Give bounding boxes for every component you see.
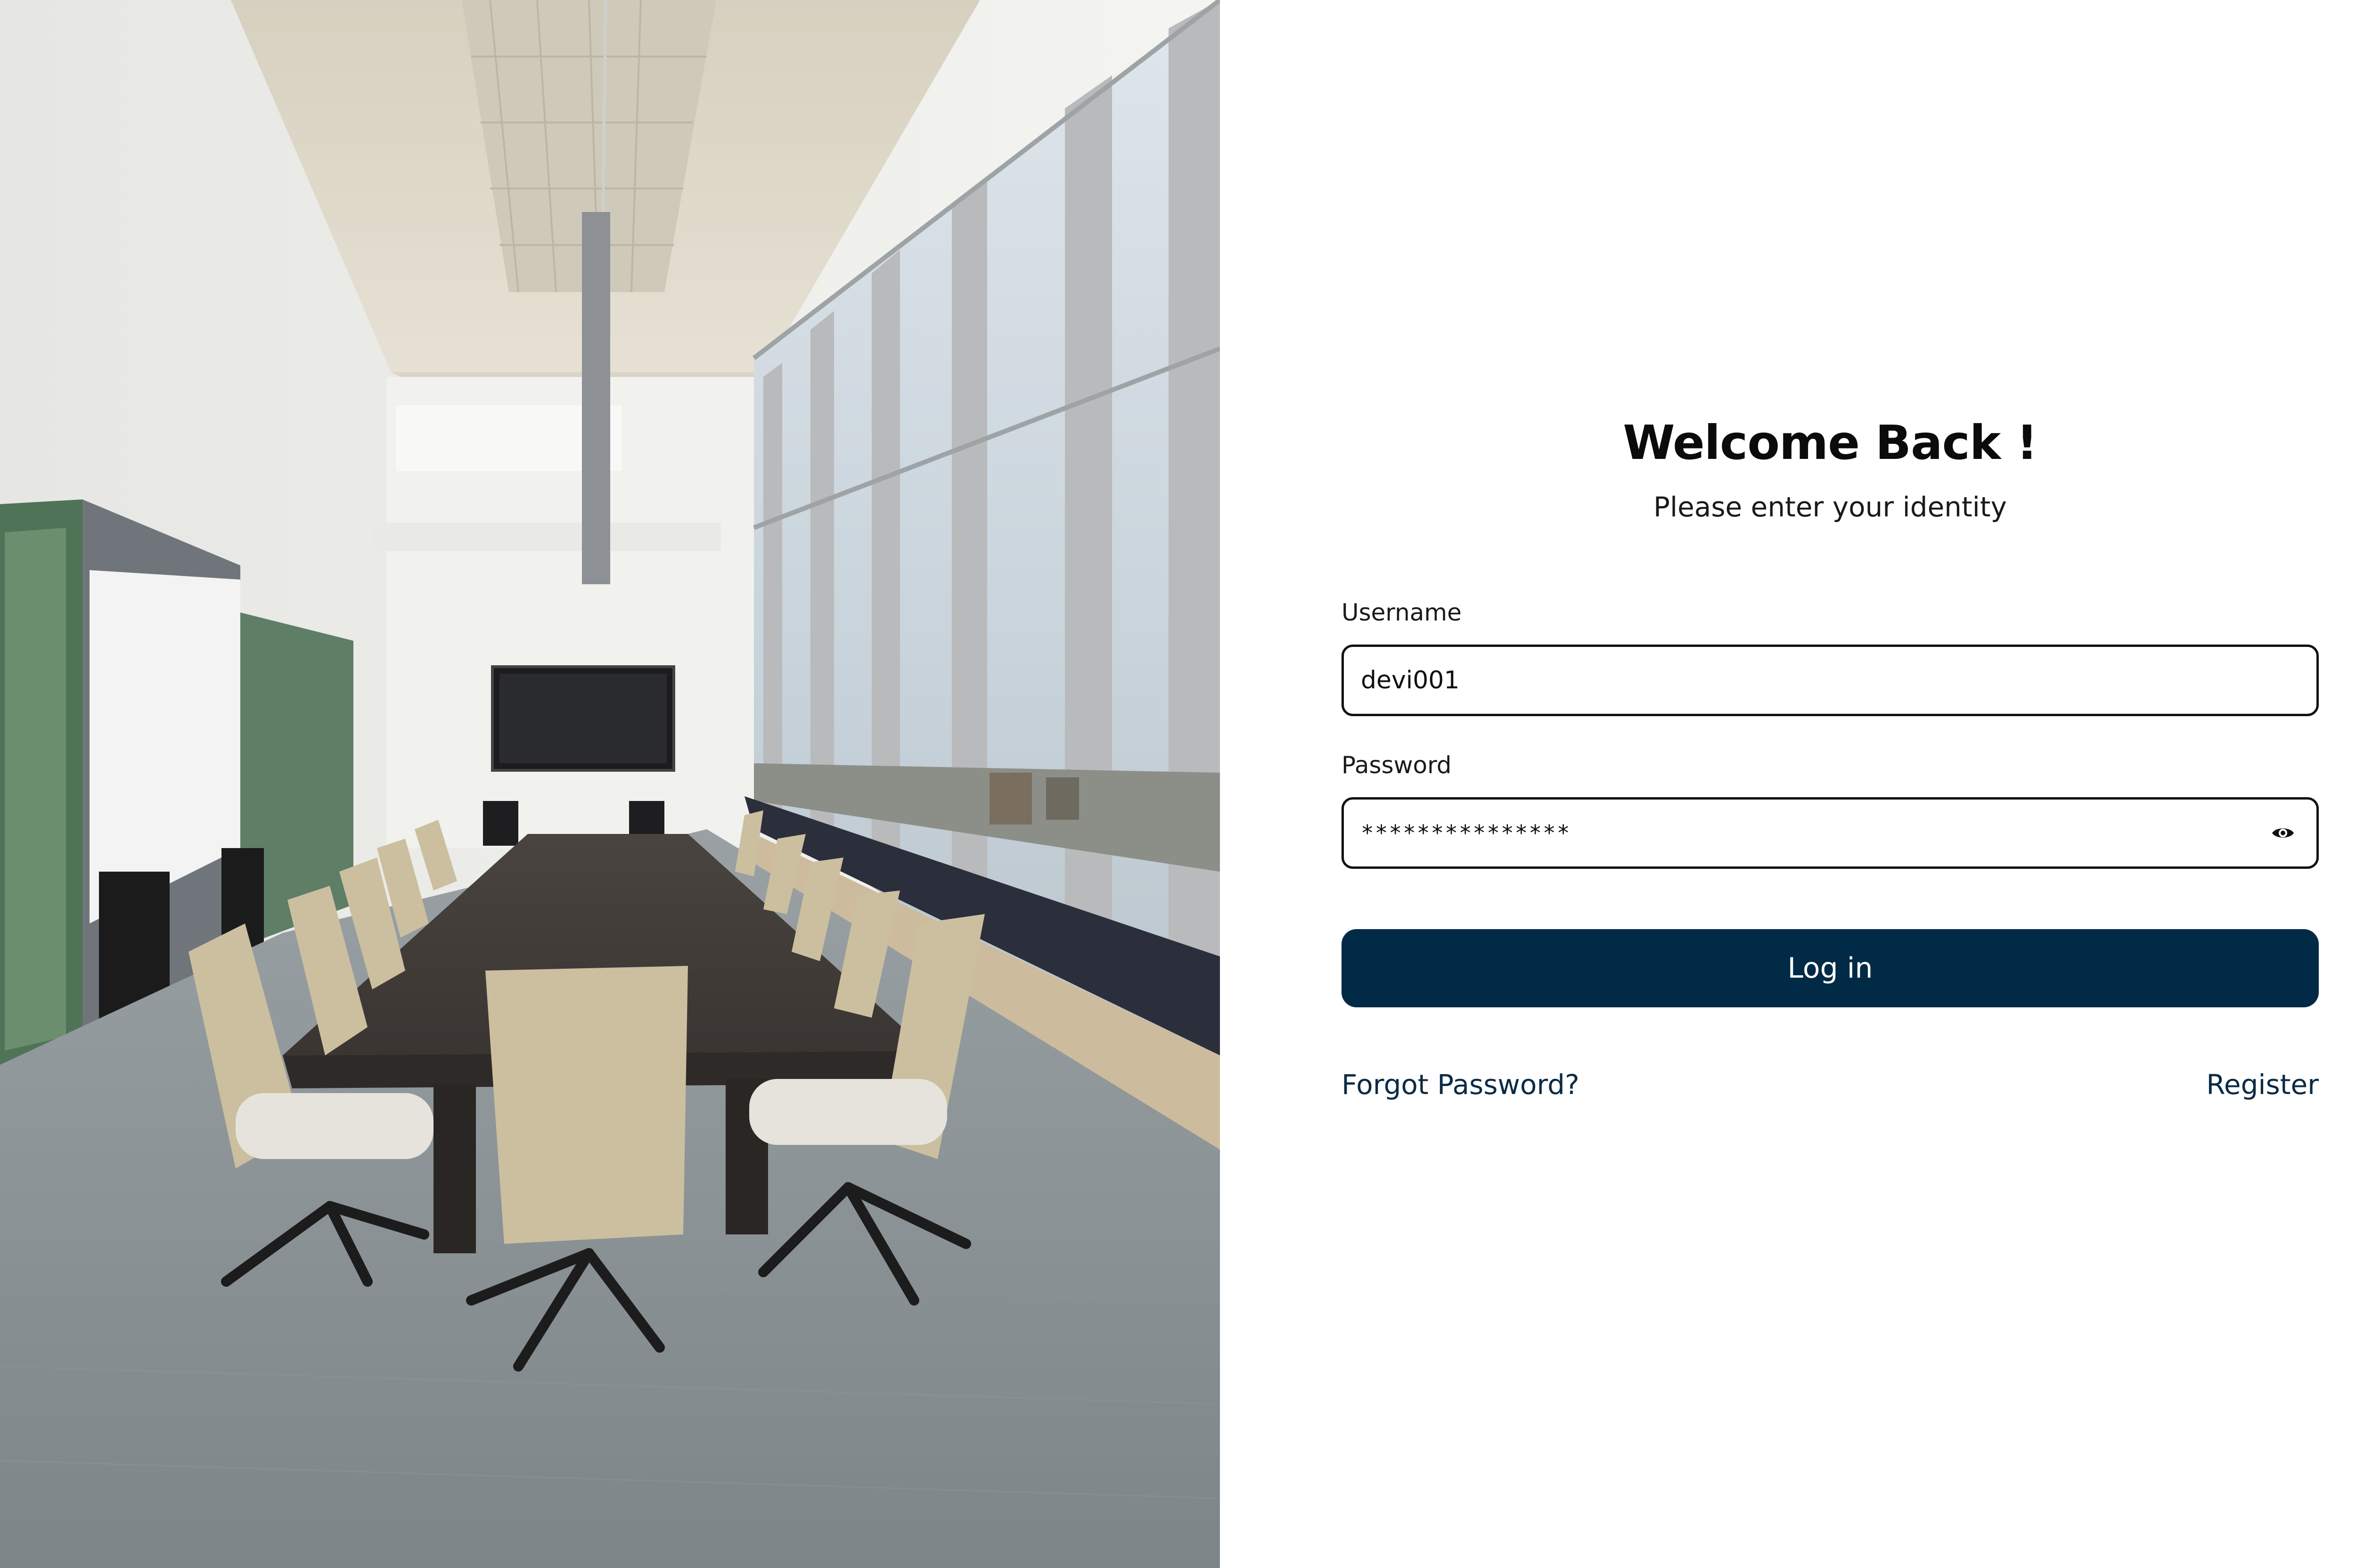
page-subtitle: Please enter your identity [1653, 491, 2007, 523]
form-links: Forgot Password? Register [1342, 1069, 2319, 1102]
username-label: Username [1342, 598, 1462, 626]
username-value: devi001 [1361, 666, 1460, 694]
conference-room-image [0, 0, 1220, 1568]
password-label: Password [1342, 751, 1452, 779]
register-link[interactable]: Register [2206, 1069, 2319, 1102]
login-page: Welcome Back ! Please enter your identit… [0, 0, 2356, 1568]
username-field[interactable]: devi001 [1342, 644, 2319, 716]
login-button[interactable]: Log in [1342, 929, 2319, 1007]
page-title: Welcome Back ! [1623, 415, 2038, 470]
eye-icon[interactable] [2268, 823, 2298, 843]
login-form: Welcome Back ! Please enter your identit… [1342, 415, 2319, 1101]
login-panel: Welcome Back ! Please enter your identit… [1220, 0, 2356, 1568]
password-value: *************** [1361, 820, 1571, 846]
forgot-password-link[interactable]: Forgot Password? [1342, 1069, 1579, 1102]
password-field[interactable]: *************** [1342, 797, 2319, 869]
